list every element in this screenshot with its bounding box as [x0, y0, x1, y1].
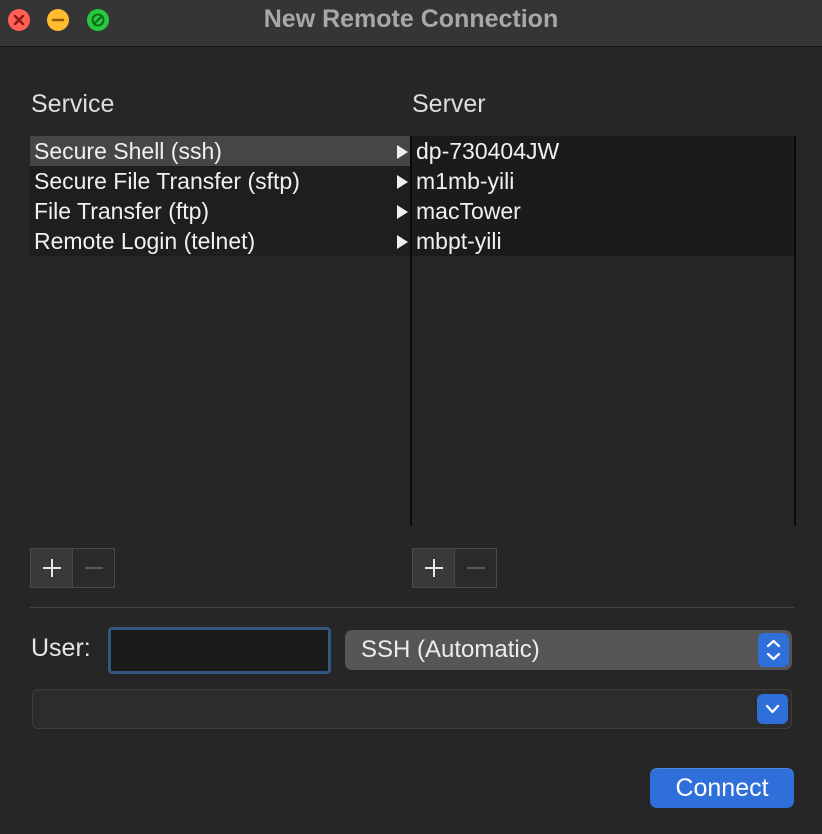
add-service-button[interactable]: [30, 548, 73, 588]
plus-icon: [424, 559, 443, 577]
server-item-label: mbpt-yili: [416, 228, 502, 254]
service-item-label: Secure File Transfer (sftp): [34, 168, 300, 194]
service-list[interactable]: Secure Shell (ssh) Secure File Transfer …: [30, 136, 410, 526]
server-add-remove-controls: [412, 548, 497, 588]
service-item-label: File Transfer (ftp): [34, 198, 210, 224]
server-item[interactable]: macTower: [412, 196, 794, 226]
disclosure-arrow-icon: [397, 205, 408, 219]
server-item[interactable]: mbpt-yili: [412, 226, 794, 256]
user-label: User:: [31, 634, 91, 662]
server-heading: Server: [412, 90, 486, 118]
divider: [30, 607, 794, 608]
protocol-selected-value: SSH (Automatic): [361, 636, 540, 663]
disclosure-arrow-icon: [397, 145, 408, 159]
disclosure-arrow-icon: [397, 235, 408, 249]
service-item-telnet[interactable]: Remote Login (telnet): [30, 226, 410, 256]
service-item-label: Remote Login (telnet): [34, 228, 256, 254]
service-item-ftp[interactable]: File Transfer (ftp): [30, 196, 410, 226]
plus-icon: [42, 559, 61, 577]
up-down-chevron-icon[interactable]: [758, 633, 789, 667]
disclosure-arrow-icon: [397, 175, 408, 189]
service-heading: Service: [31, 90, 115, 118]
add-server-button[interactable]: [412, 548, 455, 588]
protocol-select[interactable]: SSH (Automatic): [345, 630, 792, 670]
server-item-label: m1mb-yili: [416, 168, 515, 194]
minus-icon: [466, 567, 485, 569]
service-item-sftp[interactable]: Secure File Transfer (sftp): [30, 166, 410, 196]
server-item[interactable]: dp-730404JW: [412, 136, 794, 166]
chevron-down-icon[interactable]: [757, 694, 788, 724]
server-list[interactable]: dp-730404JW m1mb-yili macTower mbpt-yili: [410, 136, 796, 526]
server-item-label: macTower: [416, 198, 521, 224]
service-item-ssh[interactable]: Secure Shell (ssh): [30, 136, 410, 166]
remove-server-button[interactable]: [455, 548, 497, 588]
remove-service-button[interactable]: [73, 548, 115, 588]
command-combo-box[interactable]: [32, 689, 792, 729]
service-add-remove-controls: [30, 548, 115, 588]
server-item[interactable]: m1mb-yili: [412, 166, 794, 196]
user-input[interactable]: [108, 627, 331, 674]
server-item-label: dp-730404JW: [416, 138, 560, 164]
title-bar: New Remote Connection: [0, 0, 822, 47]
connect-button[interactable]: Connect: [650, 768, 794, 808]
window-title: New Remote Connection: [263, 5, 559, 33]
service-item-label: Secure Shell (ssh): [34, 138, 222, 164]
minus-icon: [84, 567, 103, 569]
